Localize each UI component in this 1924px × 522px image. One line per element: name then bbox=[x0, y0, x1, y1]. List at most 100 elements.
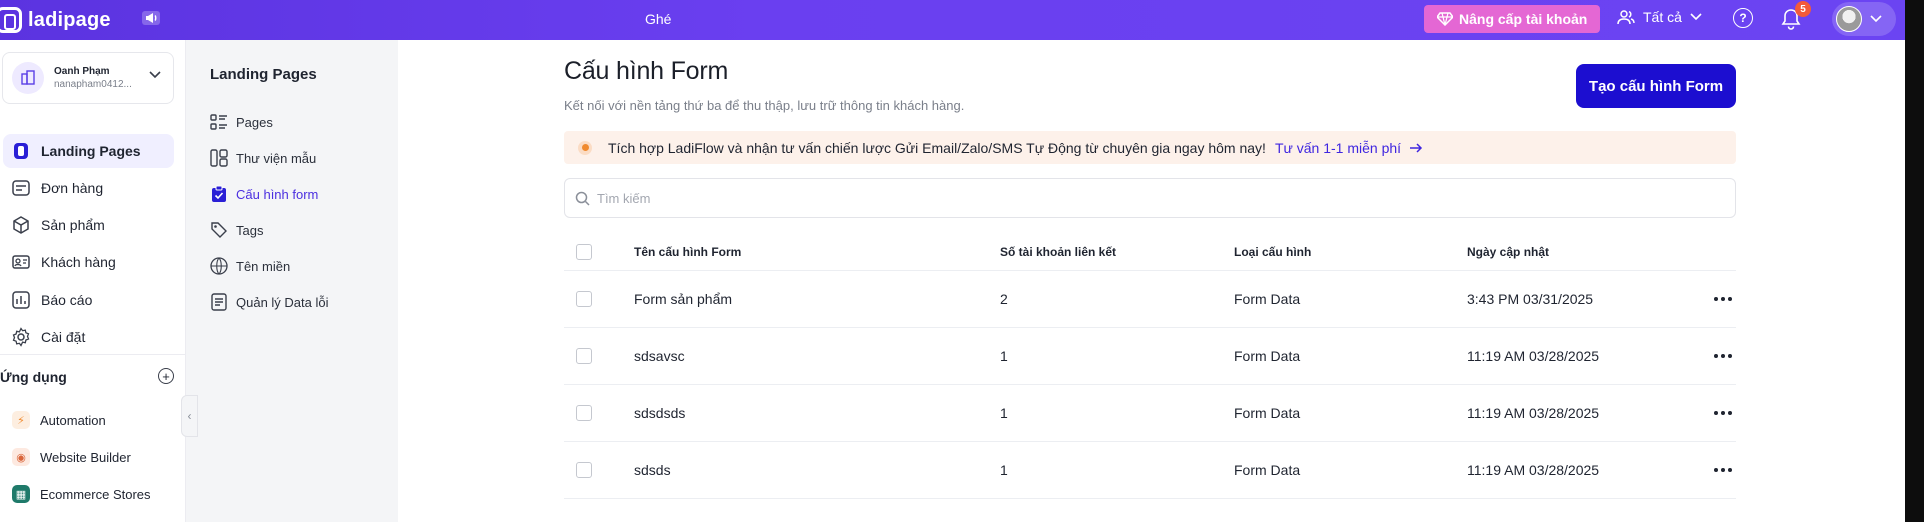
subnav-item-label: Quản lý Data lỗi bbox=[236, 294, 329, 310]
account-switcher[interactable]: Oanh Phạm nanapham0412... bbox=[2, 52, 174, 104]
banner-text: Tích hợp LadiFlow và nhận tư vấn chiến l… bbox=[608, 139, 1266, 156]
diamond-icon bbox=[1437, 12, 1453, 26]
nav-item-landing-pages[interactable]: Landing Pages bbox=[3, 134, 174, 168]
document-icon bbox=[211, 293, 227, 311]
linked-accounts-count: 2 bbox=[1000, 291, 1008, 307]
config-type: Form Data bbox=[1234, 348, 1301, 364]
form-config-name[interactable]: sdsdsds bbox=[634, 405, 685, 421]
subnav-item-error-data[interactable]: Quản lý Data lỗi bbox=[210, 291, 329, 313]
table-row[interactable]: sdsavsc 1 Form Data 11:19 AM 03/28/2025 bbox=[564, 328, 1736, 385]
gear-icon bbox=[12, 327, 30, 347]
chevron-down-icon bbox=[1870, 15, 1882, 23]
form-config-name[interactable]: Form sản phẩm bbox=[634, 291, 732, 307]
more-options-icon[interactable] bbox=[1714, 411, 1732, 415]
sub-navigation: Landing Pages Pages Thư viện mẫu Cấu hìn… bbox=[186, 40, 398, 522]
help-icon[interactable]: ? bbox=[1733, 8, 1753, 28]
nav-item-customers[interactable]: Khách hàng bbox=[3, 245, 174, 279]
create-form-config-button[interactable]: Tạo cấu hình Form bbox=[1576, 64, 1736, 108]
updated-date: 3:43 PM 03/31/2025 bbox=[1467, 291, 1594, 307]
subnav-title: Landing Pages bbox=[210, 66, 317, 83]
app-item-website-builder[interactable]: ◉ Website Builder bbox=[12, 445, 131, 469]
table-row[interactable]: Form sản phẩm 2 Form Data 3:43 PM 03/31/… bbox=[564, 271, 1736, 328]
user-menu[interactable] bbox=[1832, 2, 1896, 36]
app-item-label: Ecommerce Stores bbox=[40, 486, 151, 502]
collapse-sidebar-icon[interactable]: ‹ bbox=[181, 395, 198, 437]
column-header-linked-accounts[interactable]: Số tài khoản liên kết bbox=[1000, 245, 1116, 259]
nav-item-orders[interactable]: Đơn hàng bbox=[3, 171, 174, 205]
nav-item-products[interactable]: Sản phẩm bbox=[3, 208, 174, 242]
table-header: Tên cấu hình Form Số tài khoản liên kết … bbox=[564, 233, 1736, 271]
nav-item-settings[interactable]: Cài đặt bbox=[3, 320, 174, 354]
more-options-icon[interactable] bbox=[1714, 468, 1732, 472]
app-logo[interactable]: ladipage bbox=[0, 6, 111, 34]
column-header-config-type[interactable]: Loại cấu hình bbox=[1234, 245, 1311, 259]
logo-text: ladipage bbox=[28, 8, 111, 31]
nav-item-label: Cài đặt bbox=[41, 329, 86, 345]
app-item-automation[interactable]: ⚡ Automation bbox=[12, 408, 106, 432]
window-edge bbox=[1905, 0, 1924, 522]
nav-item-label: Đơn hàng bbox=[41, 180, 104, 196]
app-item-label: Automation bbox=[40, 412, 106, 428]
search-box bbox=[564, 178, 1736, 218]
subnav-item-form-config[interactable]: Cấu hình form bbox=[210, 183, 318, 205]
scope-filter-label: Tất cả bbox=[1643, 9, 1682, 25]
table-row[interactable]: sdsdsds 1 Form Data 11:19 AM 03/28/2025 bbox=[564, 385, 1736, 442]
config-type: Form Data bbox=[1234, 291, 1301, 307]
megaphone-icon[interactable] bbox=[139, 7, 163, 29]
subnav-item-template-library[interactable]: Thư viện mẫu bbox=[210, 147, 316, 169]
select-all-checkbox[interactable] bbox=[576, 243, 592, 260]
nav-item-reports[interactable]: Báo cáo bbox=[3, 283, 174, 317]
linked-accounts-count: 1 bbox=[1000, 462, 1008, 478]
divider bbox=[0, 354, 185, 355]
subnav-item-label: Tags bbox=[236, 222, 264, 238]
top-bar: ladipage Ghé Nâng cấp tài khoản Tất cả ?… bbox=[0, 0, 1905, 40]
search-icon bbox=[575, 191, 590, 206]
add-app-icon[interactable]: + bbox=[158, 368, 174, 384]
app-item-ecommerce-stores[interactable]: ▦ Ecommerce Stores bbox=[12, 482, 151, 506]
linked-accounts-count: 1 bbox=[1000, 405, 1008, 421]
ladipage-logo-icon bbox=[0, 7, 22, 33]
table-row[interactable]: sdsds 1 Form Data 11:19 AM 03/28/2025 bbox=[564, 442, 1736, 499]
more-options-icon[interactable] bbox=[1714, 297, 1732, 301]
upgrade-account-button[interactable]: Nâng cấp tài khoản bbox=[1424, 5, 1601, 33]
page-title: Cấu hình Form bbox=[564, 57, 729, 85]
row-checkbox[interactable] bbox=[576, 405, 592, 421]
search-input[interactable] bbox=[597, 190, 1697, 206]
account-email: nanapham0412... bbox=[54, 79, 132, 90]
users-icon bbox=[1617, 10, 1635, 25]
clipboard-icon bbox=[212, 185, 226, 202]
subnav-item-label: Cấu hình form bbox=[236, 186, 319, 202]
subnav-item-domains[interactable]: Tên miền bbox=[210, 255, 290, 277]
orders-icon bbox=[12, 180, 30, 196]
more-options-icon[interactable] bbox=[1714, 354, 1732, 358]
avatar bbox=[1836, 6, 1862, 32]
form-config-name[interactable]: sdsds bbox=[634, 462, 671, 478]
consult-link-label: Tư vấn 1-1 miễn phí bbox=[1274, 139, 1402, 156]
www-globe-icon bbox=[210, 257, 228, 275]
left-navigation: Oanh Phạm nanapham0412... Landing Pages … bbox=[0, 40, 186, 522]
nav-item-label: Sản phẩm bbox=[41, 217, 105, 233]
report-icon bbox=[12, 291, 30, 309]
tag-icon bbox=[211, 222, 227, 238]
column-header-name[interactable]: Tên cấu hình Form bbox=[634, 245, 741, 259]
row-checkbox[interactable] bbox=[576, 291, 592, 307]
row-checkbox[interactable] bbox=[576, 462, 592, 478]
bolt-icon: ⚡ bbox=[12, 411, 30, 429]
subnav-item-pages[interactable]: Pages bbox=[210, 111, 273, 133]
subnav-item-tags[interactable]: Tags bbox=[210, 219, 263, 241]
building-icon bbox=[12, 62, 44, 94]
linked-accounts-count: 1 bbox=[1000, 348, 1008, 364]
account-name: Oanh Phạm bbox=[54, 65, 110, 77]
upgrade-label: Nâng cấp tài khoản bbox=[1459, 11, 1588, 27]
column-header-updated-date[interactable]: Ngày cập nhật bbox=[1467, 245, 1549, 259]
form-config-name[interactable]: sdsavsc bbox=[634, 348, 685, 364]
scope-filter-dropdown[interactable]: Tất cả bbox=[1617, 9, 1702, 25]
customer-card-icon bbox=[12, 255, 30, 269]
updated-date: 11:19 AM 03/28/2025 bbox=[1467, 462, 1600, 478]
consult-link[interactable]: Tư vấn 1-1 miễn phí bbox=[1275, 140, 1423, 156]
row-checkbox[interactable] bbox=[576, 348, 592, 364]
main-content: Cấu hình Form Kết nối với nền tảng thứ b… bbox=[398, 40, 1905, 522]
config-type: Form Data bbox=[1234, 462, 1301, 478]
nav-item-label: Landing Pages bbox=[41, 143, 141, 159]
config-type: Form Data bbox=[1234, 405, 1301, 421]
